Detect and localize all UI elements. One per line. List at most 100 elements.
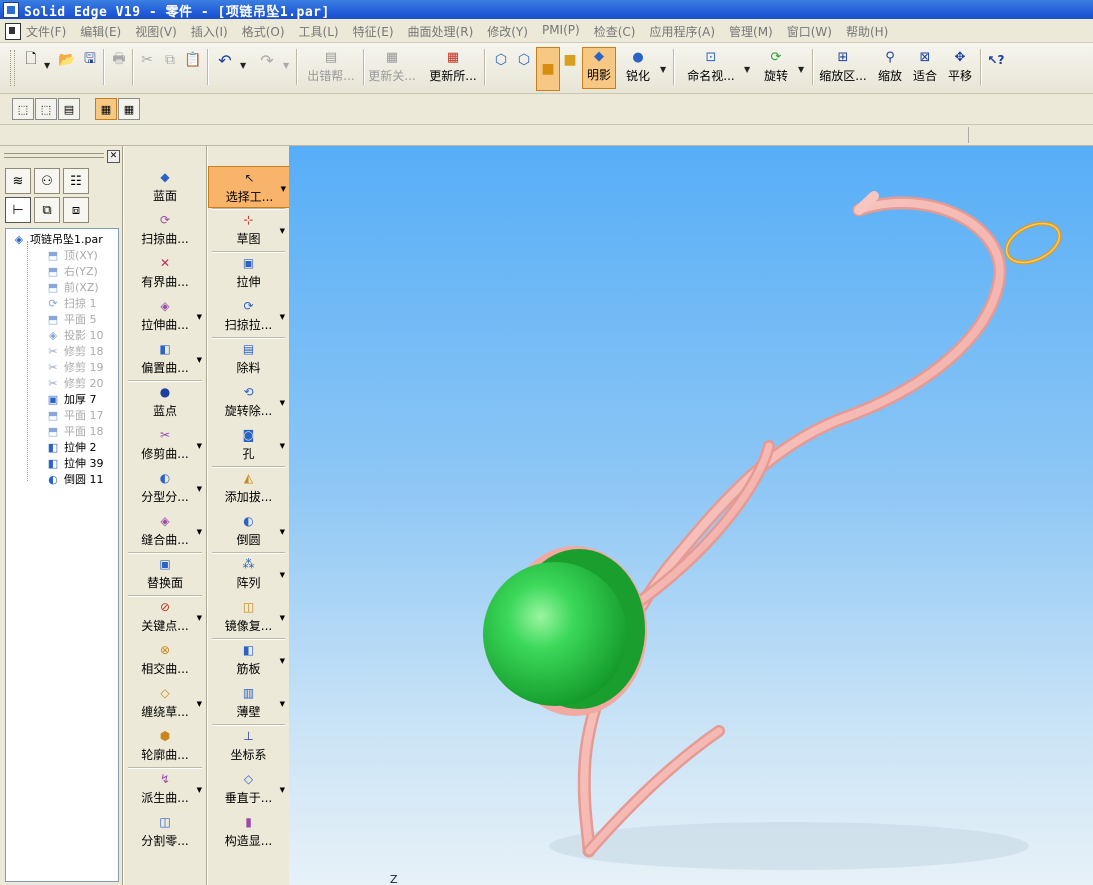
pendant-model[interactable] [289,146,1093,885]
open-folder-icon[interactable]: 📂 [56,49,78,71]
chevron-down-icon[interactable]: ▼ [744,65,750,74]
tree-item[interactable]: ⬒ 右(YZ) [46,263,98,279]
chevron-down-icon[interactable]: ▼ [280,227,285,235]
redo-icon[interactable]: ↷ [256,49,278,71]
feature-tree-tab-icon[interactable]: ⊢ [5,197,31,223]
ribbon-features-button[interactable]: ◇ 垂直于... ▼ [208,768,289,808]
menu-item[interactable]: 曲面处理(R) [408,23,474,40]
context-help-icon[interactable]: ↖? [985,49,1007,71]
tree-item[interactable]: ✂ 修剪 19 [46,359,103,375]
menu-item[interactable]: 帮助(H) [846,23,888,40]
menu-item[interactable]: 视图(V) [135,23,177,40]
select-filter-icon[interactable]: ⬚ [12,98,34,120]
select-feature-icon[interactable]: ▦ [118,98,140,120]
cut-icon[interactable]: ✂ [136,49,158,71]
ribbon-features-button[interactable]: ◙ 孔 ▼ [208,424,289,464]
tree-root[interactable]: ◈ 项链吊坠1.par [12,231,103,247]
tree-item[interactable]: ✂ 修剪 20 [46,375,103,391]
sharpen-button[interactable]: ● 锐化 [622,49,654,89]
tree-item[interactable]: ⬒ 顶(XY) [46,247,98,263]
hidden-edge-cube-icon[interactable]: ⬡ [513,49,535,71]
graphics-viewport[interactable]: Z [289,146,1093,885]
ribbon-surface-button[interactable]: ✕ 有界曲... [124,252,206,292]
ribbon-features-button[interactable]: ◫ 镜像复... ▼ [208,596,289,636]
ribbon-surface-button[interactable]: ◇ 缠绕草... ▼ [124,682,206,722]
rotate-button[interactable]: ⟳ 旋转 [760,49,792,89]
named-view-button[interactable]: ⊡ 命名视... [684,49,738,89]
chevron-down-icon[interactable]: ▼ [280,399,285,407]
ribbon-surface-button[interactable]: ⟳ 扫掠曲... [124,209,206,249]
menu-item[interactable]: 工具(L) [299,23,339,40]
menu-item[interactable]: 窗口(W) [787,23,832,40]
chevron-down-icon[interactable]: ▼ [280,442,285,450]
menu-item[interactable]: 格式(O) [242,23,285,40]
menu-item[interactable]: 应用程序(A) [649,23,715,40]
tree-item[interactable]: ⬒ 平面 17 [46,407,104,423]
ribbon-surface-button[interactable]: ● 蓝点 [124,381,206,421]
ribbon-surface-button[interactable]: ◆ 蓝面 [124,166,206,206]
ribbon-surface-button[interactable]: ◐ 分型分... ▼ [124,467,206,507]
menu-item[interactable]: 管理(M) [729,23,773,40]
update-all-button[interactable]: ▦ 更新所... [426,49,480,89]
ribbon-features-button[interactable]: ⊥ 坐标系 [208,725,289,765]
chevron-down-icon[interactable]: ▼ [240,61,246,70]
chevron-down-icon[interactable]: ▼ [197,614,202,622]
tree-item[interactable]: ⬒ 前(XZ) [46,279,99,295]
ribbon-features-button[interactable]: ▥ 薄壁 ▼ [208,682,289,722]
chevron-down-icon[interactable]: ▼ [280,786,285,794]
ribbon-features-button[interactable]: ↖ 选择工... ▼ [208,166,291,208]
menu-item[interactable]: 检查(C) [594,23,636,40]
chevron-down-icon[interactable]: ▼ [197,313,202,321]
ribbon-surface-button[interactable]: ↯ 派生曲... ▼ [124,768,206,808]
ribbon-surface-button[interactable]: ◫ 分割零... [124,811,206,851]
chevron-down-icon[interactable]: ▼ [197,528,202,536]
menu-item[interactable]: 插入(I) [191,23,228,40]
menu-item[interactable]: 文件(F) [26,23,66,40]
sensors-tab-icon[interactable]: ⧈ [63,197,89,223]
chevron-down-icon[interactable]: ▼ [280,657,285,665]
feature-library-tab-icon[interactable]: ⚇ [34,168,60,194]
shading-button[interactable]: ◆ 明影 [582,47,616,89]
ribbon-surface-button[interactable]: ⊘ 关键点... ▼ [124,596,206,636]
ribbon-features-button[interactable]: ▣ 拉伸 [208,252,289,292]
new-file-icon[interactable]: 🗋 [20,49,42,71]
ribbon-features-button[interactable]: ▤ 除料 [208,338,289,378]
ribbon-surface-button[interactable]: ◈ 缝合曲... ▼ [124,510,206,550]
chevron-down-icon[interactable]: ▼ [197,356,202,364]
select-chain-icon[interactable]: ▦ [95,98,117,120]
ribbon-features-button[interactable]: ◐ 倒圆 ▼ [208,510,289,550]
ribbon-surface-button[interactable]: ◧ 偏置曲... ▼ [124,338,206,378]
print-icon[interactable]: 🖶 [108,49,130,71]
toolbar-grip[interactable] [10,50,15,86]
zoom-area-button[interactable]: ⊞ 缩放区... [818,49,868,89]
tree-item[interactable]: ⟳ 扫掠 1 [46,295,96,311]
chevron-down-icon[interactable]: ▼ [798,65,804,74]
ribbon-surface-button[interactable]: ◈ 拉伸曲... ▼ [124,295,206,335]
update-related-button[interactable]: ▦ 更新关... [368,49,416,89]
paste-icon[interactable]: 📋 [182,49,204,71]
shaded-cube-icon[interactable]: ■ [536,47,560,91]
chevron-down-icon[interactable]: ▼ [197,786,202,794]
error-help-button[interactable]: ▤ 出错帮... [302,49,360,89]
feature-playback-tab-icon[interactable]: ⧉ [34,197,60,223]
select-body-icon[interactable]: ⬚ [35,98,57,120]
close-icon[interactable]: ✕ [107,150,120,163]
zoom-button[interactable]: ⚲ 缩放 [876,49,904,89]
pan-button[interactable]: ✥ 平移 [946,49,974,89]
chevron-down-icon[interactable]: ▼ [197,485,202,493]
wireframe-cube-icon[interactable]: ⬡ [490,49,512,71]
ribbon-features-button[interactable]: ▮ 构造显... [208,811,289,851]
tree-item[interactable]: ⬒ 平面 18 [46,423,104,439]
chevron-down-icon[interactable]: ▼ [283,61,289,70]
chevron-down-icon[interactable]: ▼ [280,700,285,708]
ribbon-surface-button[interactable]: ✂ 修剪曲... ▼ [124,424,206,464]
tree-item[interactable]: ▣ 加厚 7 [46,391,97,407]
ribbon-surface-button[interactable]: ⬢ 轮廓曲... [124,725,206,765]
ribbon-features-button[interactable]: ⊹ 草图 ▼ [208,209,289,249]
chevron-down-icon[interactable]: ▼ [197,442,202,450]
select-face-icon[interactable]: ▤ [58,98,80,120]
chevron-down-icon[interactable]: ▼ [660,65,666,74]
chevron-down-icon[interactable]: ▼ [44,61,50,70]
chevron-down-icon[interactable]: ▼ [280,571,285,579]
layers-tab-icon[interactable]: ≋ [5,168,31,194]
